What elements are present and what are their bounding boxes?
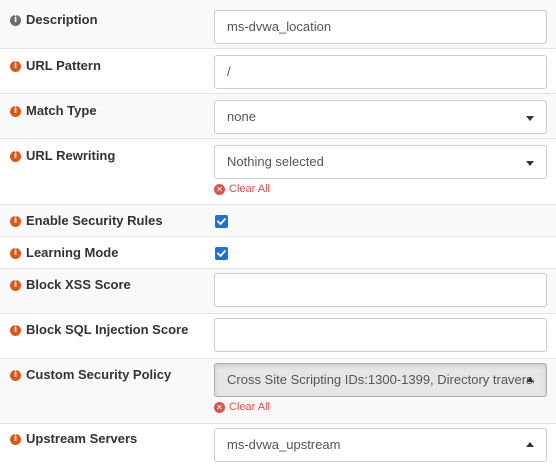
description-input[interactable]: ms-dvwa_location [214, 10, 547, 44]
caret-down-icon [526, 161, 534, 166]
row-enable-security-rules: i Enable Security Rules [0, 205, 556, 237]
custom-security-policy-label: i Custom Security Policy [10, 367, 171, 383]
info-circle-icon[interactable]: i [10, 279, 21, 291]
info-circle-icon[interactable]: i [10, 215, 21, 227]
row-url-pattern: i URL Pattern / [0, 49, 556, 94]
info-circle-icon[interactable]: i [10, 14, 21, 26]
url-pattern-label: i URL Pattern [10, 58, 101, 74]
match-type-select[interactable]: none [214, 100, 547, 134]
upstream-servers-select[interactable]: ms-dvwa_upstream [214, 428, 547, 462]
row-description: i Description ms-dvwa_location [0, 0, 556, 49]
caret-up-icon [526, 442, 534, 447]
caret-up-icon [526, 377, 534, 382]
info-circle-icon[interactable]: i [10, 247, 21, 259]
block-xss-score-label: i Block XSS Score [10, 277, 131, 293]
learning-mode-label: i Learning Mode [10, 245, 118, 261]
row-url-rewriting: i URL Rewriting Nothing selected ✕ Clear… [0, 139, 556, 205]
learning-mode-checkbox[interactable] [215, 247, 228, 260]
row-match-type: i Match Type none [0, 94, 556, 139]
block-xss-score-input[interactable] [214, 273, 547, 307]
custom-security-policy-select[interactable]: Cross Site Scripting IDs:1300-1399, Dire… [214, 363, 547, 397]
info-circle-icon[interactable]: i [10, 60, 21, 72]
url-rewriting-label: i URL Rewriting [10, 148, 115, 164]
url-rewriting-clear-all[interactable]: ✕ Clear All [214, 183, 270, 195]
block-sql-injection-score-input[interactable] [214, 318, 547, 352]
upstream-servers-label: i Upstream Servers [10, 431, 137, 447]
times-circle-icon: ✕ [214, 183, 225, 195]
custom-security-policy-clear-all[interactable]: ✕ Clear All [214, 401, 270, 413]
url-rewriting-select[interactable]: Nothing selected [214, 145, 547, 179]
row-upstream-servers: i Upstream Servers ms-dvwa_upstream [0, 424, 556, 464]
info-circle-icon[interactable]: i [10, 150, 21, 162]
enable-security-rules-label: i Enable Security Rules [10, 213, 163, 229]
row-block-xss-score: i Block XSS Score [0, 269, 556, 314]
check-icon [217, 218, 226, 225]
description-label: i Description [10, 12, 98, 28]
info-circle-icon[interactable]: i [10, 369, 21, 381]
info-circle-icon[interactable]: i [10, 105, 21, 117]
info-circle-icon[interactable]: i [10, 433, 21, 445]
url-pattern-input[interactable]: / [214, 55, 547, 89]
enable-security-rules-checkbox[interactable] [215, 215, 228, 228]
caret-down-icon [526, 116, 534, 121]
times-circle-icon: ✕ [214, 401, 225, 413]
block-sql-injection-score-label: i Block SQL Injection Score [10, 322, 188, 338]
row-learning-mode: i Learning Mode [0, 237, 556, 269]
check-icon [217, 250, 226, 257]
row-block-sql-injection-score: i Block SQL Injection Score [0, 314, 556, 359]
row-custom-security-policy: i Custom Security Policy Cross Site Scri… [0, 359, 556, 424]
match-type-label: i Match Type [10, 103, 97, 119]
info-circle-icon[interactable]: i [10, 324, 21, 336]
